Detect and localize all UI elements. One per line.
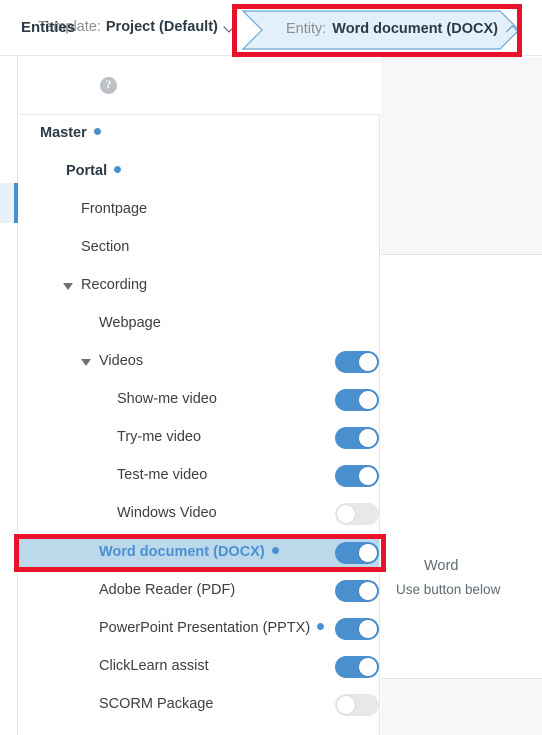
tree-row-label: Master xyxy=(40,125,101,141)
entities-tree: Master Portal Frontpage Section Recording Web… xyxy=(19,115,380,735)
breadcrumb-template-value: Project (Default) xyxy=(105,19,218,35)
toggle-switch[interactable] xyxy=(335,389,379,411)
tree-row-label: PowerPoint Presentation (PPTX) xyxy=(99,620,325,636)
tree-row[interactable]: Frontpage xyxy=(19,191,379,229)
tree-row[interactable]: Webpage xyxy=(19,305,379,343)
chevron-up-icon[interactable] xyxy=(507,24,520,35)
status-dot-icon xyxy=(271,547,279,554)
tree-row[interactable]: Recording xyxy=(19,267,379,305)
tree-row-label: Word document (DOCX) xyxy=(99,544,279,560)
entities-header xyxy=(19,57,380,115)
tree-row[interactable]: Test-me video xyxy=(19,457,379,495)
tree-row[interactable]: Section xyxy=(19,229,379,267)
tree-row[interactable]: Show-me video xyxy=(19,381,379,419)
toggle-knob xyxy=(359,658,377,676)
toggle-knob xyxy=(337,505,355,523)
toggle-switch[interactable] xyxy=(335,503,379,525)
toggle-knob xyxy=(359,544,377,562)
tree-row-label: Frontpage xyxy=(81,201,148,217)
sidebar-active-item-indicator[interactable] xyxy=(0,183,18,223)
toggle-knob xyxy=(359,620,377,638)
toggle-switch[interactable] xyxy=(335,580,379,602)
tree-row-label: Videos xyxy=(99,353,144,369)
preview-panel-top xyxy=(381,57,542,255)
tree-row[interactable]: Windows Video xyxy=(19,495,379,533)
tree-row-label: Windows Video xyxy=(117,505,217,521)
breadcrumb-entity-value: Word document (DOCX) xyxy=(332,21,498,37)
tree-row-label: Webpage xyxy=(99,315,161,331)
tree-row[interactable]: Portal xyxy=(19,153,379,191)
tree-row[interactable]: Adobe Reader (PDF) xyxy=(19,572,379,610)
toggle-switch[interactable] xyxy=(335,542,379,564)
tree-row-label: Test-me video xyxy=(117,467,208,483)
toggle-switch[interactable] xyxy=(335,465,379,487)
preview-panel-middle xyxy=(381,255,542,678)
status-dot-icon xyxy=(317,623,325,630)
toggle-knob xyxy=(359,353,377,371)
tree-row-label: Portal xyxy=(66,163,122,179)
tree-row[interactable]: SCORM Package xyxy=(19,686,379,724)
tree-row[interactable]: ClickLearn assist xyxy=(19,648,379,686)
toggle-knob xyxy=(359,391,377,409)
toggle-knob xyxy=(337,696,355,714)
toggle-switch[interactable] xyxy=(335,694,379,716)
tree-row-label: Recording xyxy=(81,277,148,293)
tree-row-label: ClickLearn assist xyxy=(99,658,209,674)
collapse-triangle-icon[interactable] xyxy=(63,283,73,290)
status-dot-icon xyxy=(93,128,101,135)
toggle-switch[interactable] xyxy=(335,427,379,449)
status-dot-icon xyxy=(114,166,122,173)
help-icon[interactable]: ? xyxy=(100,77,117,94)
tree-row[interactable]: Try-me video xyxy=(19,419,379,457)
preview-subtext: Use button below xyxy=(396,582,501,597)
preview-panel-bottom xyxy=(381,678,542,735)
toggle-switch[interactable] xyxy=(335,656,379,678)
tree-row-label: SCORM Package xyxy=(99,696,214,712)
breadcrumb-entity-label: Entity: xyxy=(286,21,327,37)
toggle-knob xyxy=(359,467,377,485)
breadcrumb-entity[interactable]: Entity: Word document (DOCX) xyxy=(242,10,520,50)
tree-row-label: Adobe Reader (PDF) xyxy=(99,582,236,598)
collapse-triangle-icon[interactable] xyxy=(81,359,91,366)
tree-row-label: Try-me video xyxy=(117,429,202,445)
tree-row[interactable]: Master xyxy=(19,115,379,153)
tree-row-label: Section xyxy=(81,239,130,255)
tree-row-label: Show-me video xyxy=(117,391,217,407)
toggle-switch[interactable] xyxy=(335,618,379,640)
tree-row[interactable]: PowerPoint Presentation (PPTX) xyxy=(19,610,379,648)
page-title: Entities xyxy=(21,19,76,36)
toggle-switch[interactable] xyxy=(335,351,379,373)
breadcrumb-bar: Template: Project (Default) Entity: Word… xyxy=(0,0,542,56)
tree-row[interactable]: Word document (DOCX) xyxy=(19,534,379,572)
toggle-knob xyxy=(359,582,377,600)
preview-heading: Word xyxy=(424,558,459,574)
chevron-down-icon[interactable] xyxy=(225,22,236,33)
tree-row[interactable]: Videos xyxy=(19,343,379,381)
toggle-knob xyxy=(359,429,377,447)
left-rail xyxy=(0,0,18,735)
